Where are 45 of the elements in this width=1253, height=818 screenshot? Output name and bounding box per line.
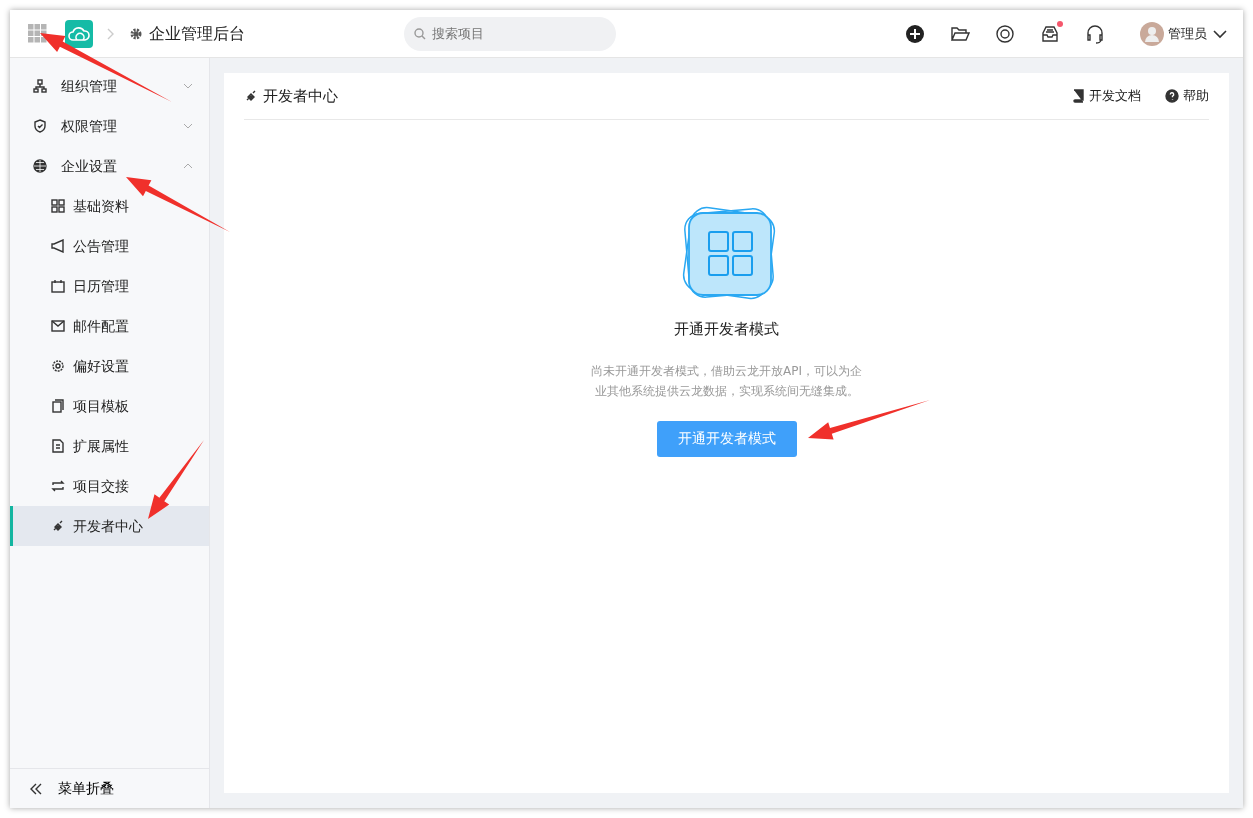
swap-icon (51, 479, 65, 493)
sidebar-item[interactable]: 邮件配置 (10, 306, 209, 346)
sidebar-item[interactable]: 权限管理 (10, 106, 209, 146)
chevron-down-icon[interactable] (1213, 28, 1227, 39)
globe-icon (33, 159, 47, 173)
panel-link[interactable]: 帮助 (1165, 86, 1209, 106)
empty-state-description: 尚未开通开发者模式，借助云龙开放API，可以为企业其他系统提供云龙数据，实现系统间无缝集成。 (590, 362, 863, 400)
gear-icon (129, 26, 143, 41)
settings-icon (51, 359, 65, 373)
app-title: 企业管理后台 (149, 22, 245, 45)
megaphone-icon (51, 239, 65, 253)
sidebar-item[interactable]: 开发者中心 (10, 506, 209, 546)
sidebar-item[interactable]: 偏好设置 (10, 346, 209, 386)
double-chevron-left-icon (30, 782, 42, 795)
plus-circle-icon[interactable] (905, 23, 925, 44)
sidebar-item[interactable]: 组织管理 (10, 66, 209, 106)
chevron-right-icon (107, 27, 115, 40)
avatar-icon (1140, 21, 1164, 46)
headset-icon[interactable] (1085, 23, 1105, 44)
sidebar-item[interactable]: 日历管理 (10, 266, 209, 306)
user-name: 管理员 (1168, 24, 1207, 43)
sidebar-item[interactable]: 公告管理 (10, 226, 209, 266)
org-icon (33, 79, 47, 93)
shield-icon (33, 119, 47, 133)
sidebar-item[interactable]: 扩展属性 (10, 426, 209, 466)
panel-link[interactable]: 开发文档 (1071, 86, 1141, 106)
collapse-menu-button[interactable]: 菜单折叠 (10, 768, 209, 808)
search-field[interactable]: 搜索项目 (404, 16, 616, 51)
help-icon (1165, 89, 1179, 103)
doc-icon (51, 439, 65, 453)
copy-icon (51, 399, 65, 413)
inbox-icon[interactable] (1040, 23, 1060, 44)
apps-menu-icon[interactable] (28, 24, 47, 43)
empty-state-title: 开通开发者模式 (674, 319, 779, 340)
sidebar-item[interactable]: 项目模板 (10, 386, 209, 426)
sidebar-item[interactable]: 项目交接 (10, 466, 209, 506)
lifebuoy-icon[interactable] (995, 23, 1015, 44)
grid-icon (51, 199, 65, 213)
cloud-logo-icon (65, 19, 93, 48)
link-icon (51, 519, 65, 533)
mail-icon (51, 319, 65, 333)
panel-title: 开发者中心 (263, 85, 339, 107)
calendar-icon (51, 279, 65, 293)
link-icon (244, 89, 258, 103)
sidebar-item[interactable]: 基础资料 (10, 186, 209, 226)
